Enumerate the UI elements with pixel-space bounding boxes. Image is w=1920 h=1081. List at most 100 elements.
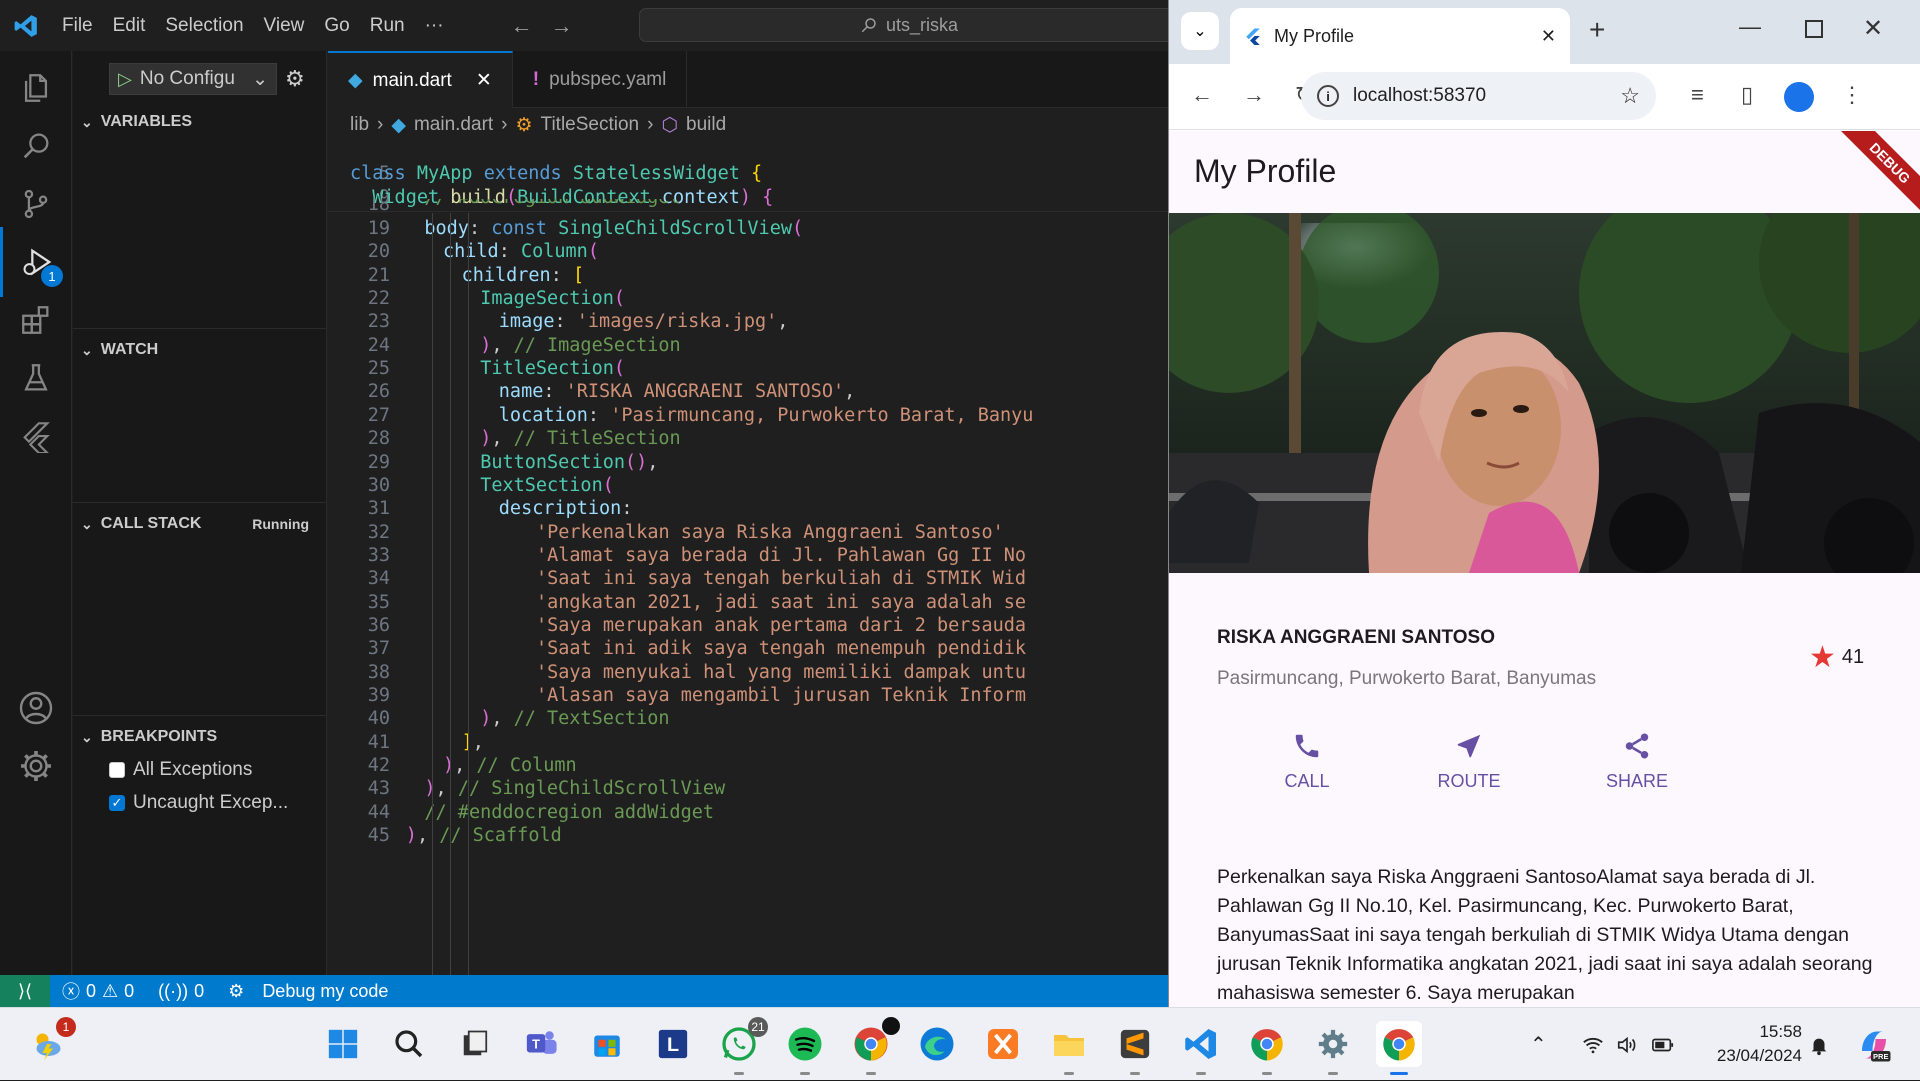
ports-indicator[interactable]: ((·)) 0 (146, 981, 216, 1002)
close-tab-icon[interactable]: ✕ (1541, 26, 1556, 47)
copilot-icon[interactable]: PRE (1856, 1008, 1892, 1081)
code-line[interactable]: 31 description: (328, 497, 1168, 520)
vscode-taskbar-icon[interactable] (1178, 1021, 1224, 1075)
code-line[interactable]: 44// #enddocregion addWidget (328, 801, 1168, 824)
menu-file[interactable]: File (52, 15, 103, 37)
menu-more[interactable]: ··· (415, 15, 454, 37)
settings-gear-icon[interactable] (0, 731, 72, 801)
system-clock[interactable]: 15:58 23/04/2024 (1690, 1020, 1802, 1068)
chrome-profile-icon[interactable] (848, 1017, 900, 1075)
code-line[interactable]: 26 name: 'RISKA ANGGRAENI SANTOSO', (328, 380, 1168, 403)
breakpoint-all-exceptions[interactable]: All Exceptions (109, 755, 252, 785)
code-line[interactable]: 37 'Saat ini adik saya tengah menempuh pe… (328, 637, 1168, 660)
route-button[interactable]: ROUTE (1409, 731, 1529, 792)
close-icon[interactable]: ✕ (476, 69, 492, 92)
back-arrow-icon[interactable]: ← (1191, 82, 1213, 108)
forward-arrow-icon[interactable]: → (1243, 82, 1265, 108)
volume-icon[interactable] (1616, 1008, 1638, 1081)
address-bar[interactable]: i localhost:58370 ☆ (1301, 72, 1656, 120)
sticky-line[interactable]: 5 class MyApp extends StatelessWidget { (328, 160, 1168, 186)
code-line[interactable]: 38 'Saya menyukai hal yang memiliki dampa… (328, 661, 1168, 684)
favorite-counter[interactable]: ★ 41 (1809, 640, 1864, 675)
menu-view[interactable]: View (254, 15, 315, 37)
flutter-icon[interactable] (0, 401, 72, 471)
xampp-icon[interactable] (980, 1021, 1026, 1067)
breadcrumb-item[interactable]: lib (350, 114, 369, 136)
chrome-icon[interactable] (1244, 1021, 1290, 1075)
code-line[interactable]: 19 body: const SingleChildScrollView( (328, 217, 1168, 240)
menu-run[interactable]: Run (360, 15, 415, 37)
code-line[interactable]: 21 children: [ (328, 264, 1168, 287)
code-line[interactable]: 41], (328, 731, 1168, 754)
breadcrumb-item[interactable]: main.dart (414, 114, 493, 136)
share-button[interactable]: SHARE (1577, 731, 1697, 792)
battery-icon[interactable] (1650, 1008, 1676, 1081)
code-line[interactable]: 20 child: Column( (328, 240, 1168, 263)
minimize-icon[interactable]: — (1739, 14, 1761, 40)
maximize-icon[interactable] (1805, 20, 1823, 38)
sublime-text-icon[interactable] (1112, 1021, 1158, 1075)
breakpoint-uncaught-exceptions[interactable]: ✓ Uncaught Excep... (109, 788, 288, 818)
code-line[interactable]: 33 'Alamat saya berada di Jl. Pahlawan Gg… (328, 544, 1168, 567)
code-line[interactable]: 34 'Saat ini saya tengah berkuliah di STM… (328, 567, 1168, 590)
code-line[interactable]: 22 ImageSection( (328, 287, 1168, 310)
code-line[interactable]: 18 // #docregion addWidget (328, 199, 1168, 215)
code-line[interactable]: 32 'Perkenalkan saya Riska Anggraeni Sant… (328, 521, 1168, 544)
problems-indicator[interactable]: ⓧ 0 ⚠ 0 (50, 978, 146, 1004)
code-editor[interactable]: ◆ main.dart ✕ ! pubspec.yaml lib › ◆ mai… (328, 51, 1168, 975)
start-debug-icon[interactable]: ▷ (118, 69, 132, 90)
chrome-active-icon[interactable] (1376, 1021, 1422, 1075)
menu-selection[interactable]: Selection (155, 15, 253, 37)
show-hidden-icons-chevron-icon[interactable]: ⌃ (1530, 1008, 1547, 1081)
nav-forward-icon[interactable]: → (542, 13, 582, 39)
code-line[interactable]: 25 TitleSection( (328, 357, 1168, 380)
microsoft-store-icon[interactable] (584, 1021, 630, 1067)
code-line[interactable]: 36 'Saya merupakan anak pertama dari 2 be… (328, 614, 1168, 637)
debug-status[interactable]: ⚙ Debug my code (216, 981, 400, 1002)
remote-indicator-icon[interactable]: ⟩⟨ (0, 975, 50, 1007)
profile-avatar[interactable] (1784, 82, 1814, 112)
breadcrumb-item[interactable]: TitleSection (541, 114, 640, 136)
spotify-icon[interactable] (782, 1021, 828, 1075)
media-queue-icon[interactable]: ≡ (1691, 82, 1704, 108)
nav-back-icon[interactable]: ← (502, 13, 542, 39)
section-call-stack[interactable]: ⌄ CALL STACK Running (73, 509, 327, 539)
menu-edit[interactable]: Edit (103, 15, 156, 37)
start-windows-icon[interactable] (320, 1021, 366, 1067)
notification-bell-icon[interactable] (1808, 1008, 1830, 1081)
tab-main-dart[interactable]: ◆ main.dart ✕ (328, 51, 513, 108)
debug-settings-gear-icon[interactable]: ⚙ (285, 66, 305, 92)
teams-icon[interactable]: T (518, 1021, 564, 1067)
bookmark-star-icon[interactable]: ☆ (1620, 83, 1640, 109)
code-line[interactable]: 24), // ImageSection (328, 334, 1168, 357)
command-center[interactable]: uts_riska (639, 8, 1179, 42)
code-line[interactable]: 29 ButtonSection(), (328, 451, 1168, 474)
code-line[interactable]: 39 'Alasan saya mengambil jurusan Teknik … (328, 684, 1168, 707)
code-line[interactable]: 23 image: 'images/riska.jpg', (328, 310, 1168, 333)
l-app-icon[interactable]: L (650, 1021, 696, 1067)
site-info-icon[interactable]: i (1317, 85, 1339, 107)
close-window-icon[interactable]: ✕ (1863, 14, 1883, 43)
menu-go[interactable]: Go (314, 15, 359, 37)
section-watch[interactable]: ⌄ WATCH (73, 335, 327, 365)
run-config-select[interactable]: ▷ No Configu ⌄ (109, 63, 277, 95)
file-explorer-icon[interactable] (1046, 1021, 1092, 1075)
code-line[interactable]: 45), // Scaffold (328, 824, 1168, 847)
new-tab-plus-icon[interactable]: + (1589, 14, 1605, 46)
tab-pubspec-yaml[interactable]: ! pubspec.yaml (513, 51, 688, 108)
settings-icon[interactable] (1310, 1021, 1356, 1075)
search-icon[interactable] (386, 1021, 432, 1067)
edge-icon[interactable] (914, 1021, 960, 1067)
code-line[interactable]: 30 TextSection( (328, 474, 1168, 497)
code-line[interactable]: 35 'angkatan 2021, jadi saat ini saya ada… (328, 591, 1168, 614)
code-line[interactable]: 27 location: 'Pasirmuncang, Purwokerto Ba… (328, 404, 1168, 427)
chrome-tab-my-profile[interactable]: My Profile ✕ (1230, 8, 1570, 64)
star-icon[interactable]: ★ (1809, 640, 1836, 675)
code-line[interactable]: 28), // TitleSection (328, 427, 1168, 450)
checkbox[interactable] (109, 762, 125, 778)
tab-search-chevron-icon[interactable]: ⌄ (1181, 12, 1219, 50)
wifi-icon[interactable] (1582, 1008, 1604, 1081)
code-line[interactable]: 43), // SingleChildScrollView (328, 777, 1168, 800)
section-breakpoints[interactable]: ⌄ BREAKPOINTS (73, 722, 327, 752)
chrome-menu-icon[interactable]: ⋮ (1841, 82, 1863, 108)
